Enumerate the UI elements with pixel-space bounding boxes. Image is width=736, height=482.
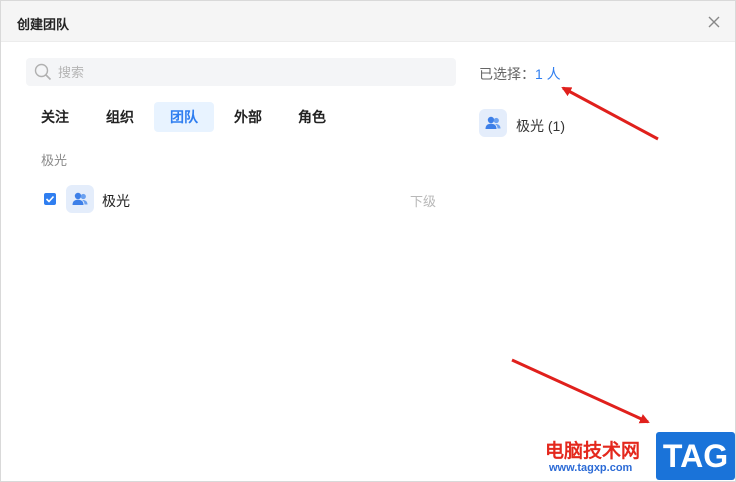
team-icon: [66, 185, 94, 213]
selected-item[interactable]: 极光 (1): [479, 109, 699, 139]
subordinate-link[interactable]: 下级: [410, 191, 436, 210]
team-icon: [479, 109, 507, 137]
close-icon[interactable]: [706, 14, 722, 30]
tab-external[interactable]: 外部: [218, 102, 278, 132]
list-item-name: 极光: [102, 193, 130, 209]
tab-role[interactable]: 角色: [282, 102, 342, 132]
tab-follow[interactable]: 关注: [26, 102, 84, 132]
search-box[interactable]: [26, 58, 456, 86]
selected-summary-prefix: 已选择：: [479, 66, 535, 82]
selected-count: 1 人: [535, 66, 561, 82]
create-team-dialog: 创建团队 关注 组织 团队 外部 角色 极光 极光 下级 已选择：1 人: [0, 0, 736, 482]
search-input[interactable]: [58, 62, 438, 82]
group-label: 极光: [41, 153, 68, 168]
dialog-title: 创建团队: [17, 17, 70, 32]
list-item[interactable]: 极光 下级: [41, 184, 441, 214]
watermark-url: www.tagxp.com: [549, 462, 633, 474]
checkbox-checked[interactable]: [44, 193, 56, 205]
tab-organization[interactable]: 组织: [90, 102, 150, 132]
watermark: 电脑技术网 www.tagxp.com TAG: [535, 432, 735, 480]
watermark-badge: TAG: [656, 432, 735, 480]
selected-item-label: 极光 (1): [516, 118, 565, 134]
selected-summary: 已选择：1 人: [479, 64, 561, 84]
tab-team[interactable]: 团队: [154, 102, 214, 132]
watermark-text: 电脑技术网: [545, 440, 641, 462]
search-icon: [34, 63, 52, 81]
dialog-header: 创建团队: [1, 1, 735, 42]
